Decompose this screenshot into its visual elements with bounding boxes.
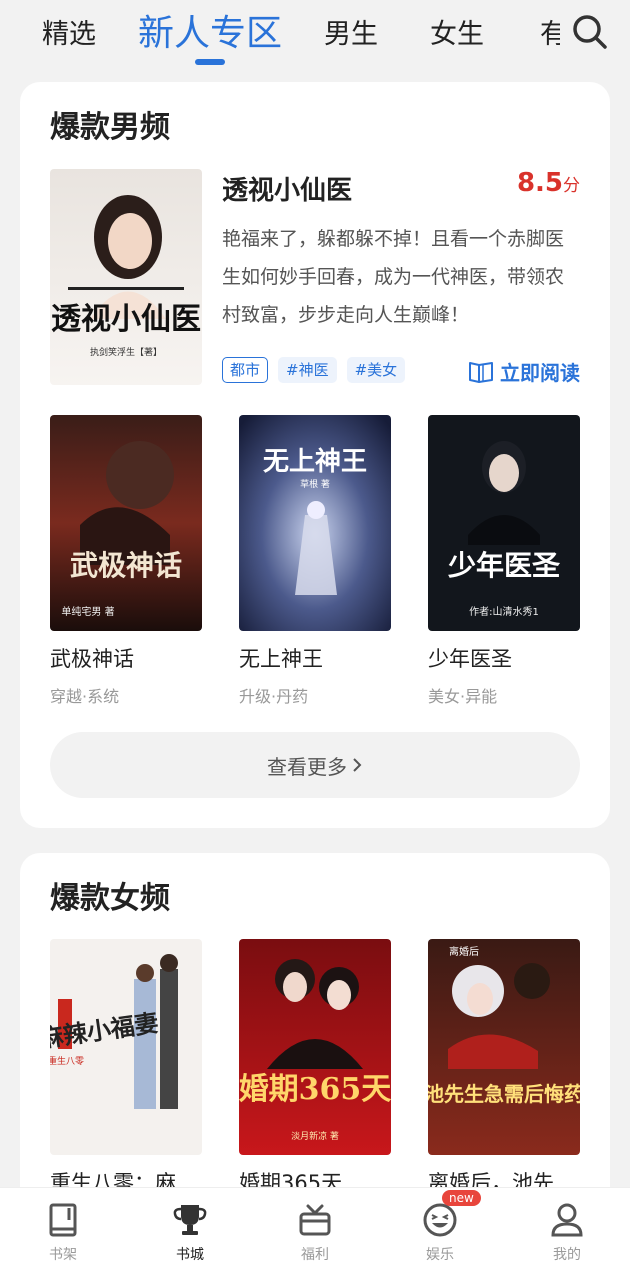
nav-entertainment[interactable]: new 娱乐 xyxy=(400,1190,481,1264)
featured-tags: 都市 #神医 #美女 xyxy=(222,357,406,383)
cover-author: 草根 著 xyxy=(300,478,330,490)
nav-label: 福利 xyxy=(301,1247,329,1263)
nav-label: 书架 xyxy=(49,1247,77,1263)
featured-description: 艳福来了，躲都躲不掉！且看一个赤脚医生如何妙手回春，成为一代神医，带领农村致富，… xyxy=(222,228,565,326)
chevron-right-icon xyxy=(353,758,362,772)
book-cover[interactable]: 少年医圣 作者:山清水秀1 xyxy=(428,415,580,631)
nav-label: 娱乐 xyxy=(426,1247,454,1263)
nav-profile[interactable]: 我的 xyxy=(527,1200,607,1264)
view-more-label: 查看更多 xyxy=(267,754,347,779)
book-title[interactable]: 少年医圣 xyxy=(428,643,580,673)
book-item[interactable]: 少年医圣 作者:山清水秀1 少年医圣 美女·异能 xyxy=(428,415,580,707)
search-icon[interactable] xyxy=(570,12,610,52)
book-title[interactable]: 无上神王 xyxy=(239,643,391,673)
book-tags: 穿越·系统 xyxy=(50,687,120,706)
book-cover[interactable]: 麻辣小福妻 重生八零 xyxy=(50,939,202,1155)
book-item[interactable]: 麻辣小福妻 重生八零 重生八零：麻 xyxy=(50,939,202,1197)
read-now-label: 立即阅读 xyxy=(500,361,580,385)
tag-category[interactable]: 都市 xyxy=(222,357,269,383)
book-open-icon xyxy=(469,361,493,383)
book-item[interactable]: 池先生急需后悔药 离婚后 离婚后，池先 xyxy=(428,939,580,1197)
smile-icon xyxy=(423,1203,457,1237)
read-now-button[interactable]: 立即阅读 xyxy=(468,357,580,386)
nav-label: 书城 xyxy=(176,1247,204,1263)
cover-author: 执剑笑浮生【著】 xyxy=(90,346,162,358)
tab-male[interactable]: 男生 xyxy=(324,12,378,51)
bookshelf-icon xyxy=(49,1203,77,1237)
book-tags: 美女·异能 xyxy=(428,687,498,706)
cover-author: 离婚后 xyxy=(449,945,479,958)
tab-more[interactable]: 有 xyxy=(540,12,560,51)
tab-newcomer[interactable]: 新人专区 xyxy=(138,4,282,56)
bottom-navigation: 书架 书城 福利 new 娱乐 我的 xyxy=(0,1187,630,1280)
rating-unit: 分 xyxy=(563,176,580,196)
book-cover[interactable]: 武极神话 单纯宅男 著 xyxy=(50,415,202,631)
tag-keyword[interactable]: #神医 xyxy=(278,357,337,383)
tab-featured[interactable]: 精选 xyxy=(42,12,96,51)
book-tags: 升级·丹药 xyxy=(239,687,309,706)
book-item[interactable]: 无上神王 草根 著 无上神王 升级·丹药 xyxy=(239,415,391,707)
book-cover[interactable]: 池先生急需后悔药 离婚后 xyxy=(428,939,580,1155)
cover-author: 作者:山清水秀1 xyxy=(469,605,539,618)
gift-icon xyxy=(299,1204,331,1236)
male-hits-section: 爆款男频 透视小仙医 执剑笑浮生【著】 透视小仙医 8.5分 艳福来了，躲都躲不… xyxy=(20,82,610,828)
cover-title: 无上神王 xyxy=(263,447,367,477)
cover-author: 淡月新凉 著 xyxy=(291,1130,339,1142)
cover-title: 池先生急需后悔药 xyxy=(428,1082,580,1106)
tab-female[interactable]: 女生 xyxy=(430,12,484,51)
book-item[interactable]: 婚期365天 淡月新凉 著 婚期365天 xyxy=(239,939,391,1197)
featured-rating: 8.5分 xyxy=(517,168,580,198)
book-title[interactable]: 武极神话 xyxy=(50,643,202,673)
view-more-button[interactable]: 查看更多 xyxy=(50,732,580,798)
cover-title: 婚期365天 xyxy=(239,1072,391,1107)
active-tab-indicator xyxy=(195,59,225,65)
cover-author: 重生八零 xyxy=(50,1055,84,1067)
nav-welfare[interactable]: 福利 xyxy=(275,1200,355,1264)
cover-author: 单纯宅男 著 xyxy=(61,605,114,618)
new-badge: new xyxy=(442,1190,481,1206)
user-icon xyxy=(551,1203,583,1237)
cover-title: 武极神话 xyxy=(70,549,182,582)
nav-label: 我的 xyxy=(553,1247,581,1263)
top-tab-bar: 精选 新人专区 男生 女生 有 xyxy=(0,0,630,80)
section-title: 爆款女频 xyxy=(50,881,170,916)
trophy-icon xyxy=(173,1205,207,1235)
featured-book-title[interactable]: 透视小仙医 xyxy=(222,170,352,207)
rating-value: 8.5 xyxy=(516,168,563,198)
book-cover[interactable]: 婚期365天 淡月新凉 著 xyxy=(239,939,391,1155)
nav-bookshelf[interactable]: 书架 xyxy=(23,1200,103,1264)
section-title: 爆款男频 xyxy=(50,110,170,145)
tag-keyword[interactable]: #美女 xyxy=(346,357,406,383)
nav-bookstore[interactable]: 书城 xyxy=(150,1200,230,1264)
cover-title: 少年医圣 xyxy=(448,549,561,582)
cover-title: 透视小仙医 xyxy=(51,302,201,337)
book-item[interactable]: 武极神话 单纯宅男 著 武极神话 穿越·系统 xyxy=(50,415,202,707)
featured-book-cover[interactable]: 透视小仙医 执剑笑浮生【著】 xyxy=(50,169,202,385)
book-cover[interactable]: 无上神王 草根 著 xyxy=(239,415,391,631)
